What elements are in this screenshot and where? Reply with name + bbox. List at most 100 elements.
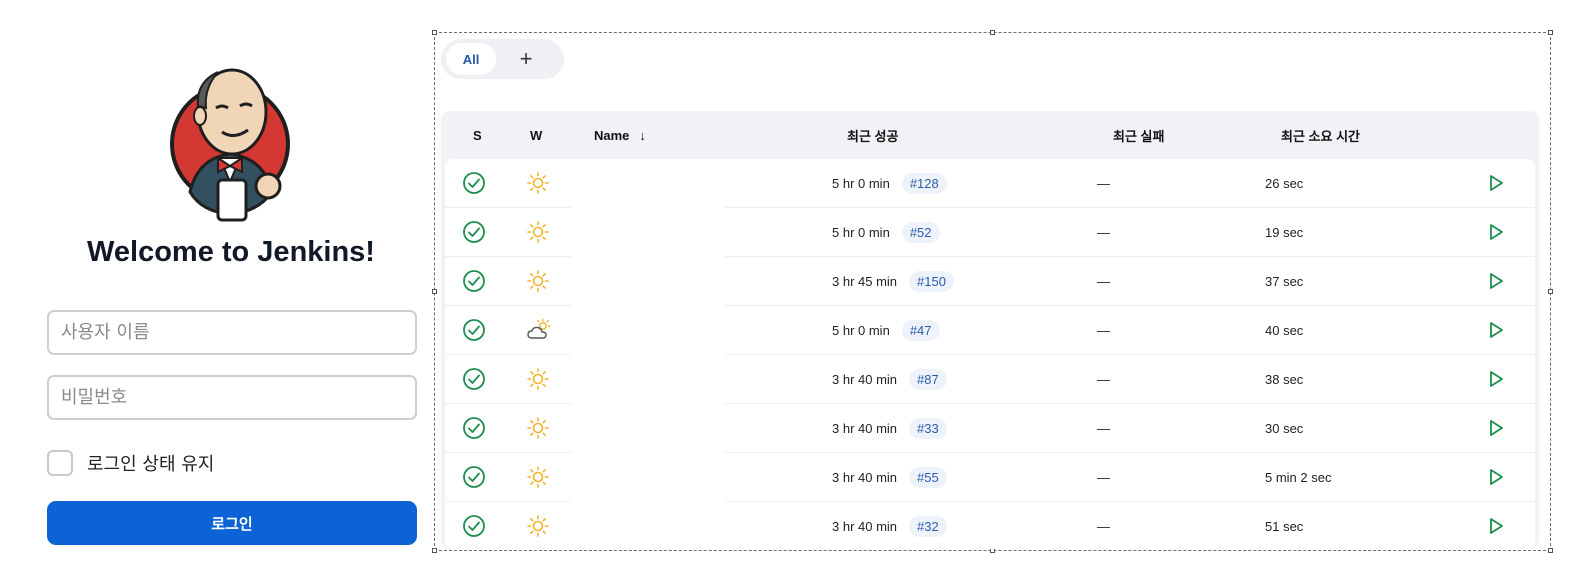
run-cell <box>1486 159 1506 207</box>
run-build-icon[interactable] <box>1486 369 1506 389</box>
weather-cell <box>526 257 550 305</box>
remember-me-checkbox[interactable] <box>47 450 73 476</box>
username-input[interactable] <box>47 310 417 355</box>
last-duration-cell: 19 sec <box>1265 224 1304 240</box>
build-link[interactable]: #32 <box>909 515 947 537</box>
success-check-icon <box>463 515 485 537</box>
last-failure-cell: — <box>1097 469 1110 485</box>
job-name-cell[interactable] <box>571 159 725 208</box>
last-failure-cell: — <box>1097 175 1110 191</box>
table-row: 3 hr 40 min #87 — 38 sec <box>445 355 1535 404</box>
job-name-cell[interactable] <box>571 453 725 502</box>
sun-icon <box>527 515 549 537</box>
table-header: S W Name ↓ 최근 성공 최근 실패 최근 소요 시간 <box>441 111 1539 159</box>
weather-cell <box>526 306 552 354</box>
run-build-icon[interactable] <box>1486 516 1506 536</box>
last-failure-cell: — <box>1097 273 1110 289</box>
table-row: 5 hr 0 min #47 — 40 sec <box>445 306 1535 355</box>
success-check-icon <box>463 466 485 488</box>
job-name-cell[interactable] <box>571 502 725 549</box>
remember-me[interactable]: 로그인 상태 유지 <box>47 449 214 477</box>
job-name-cell[interactable] <box>571 257 725 306</box>
success-check-icon <box>463 221 485 243</box>
sun-icon <box>527 417 549 439</box>
sun-icon <box>527 270 549 292</box>
resize-handle[interactable] <box>1548 548 1553 553</box>
table-row: 3 hr 40 min #33 — 30 sec <box>445 404 1535 453</box>
last-success-cell: 5 hr 0 min #128 <box>832 159 947 207</box>
success-check-icon <box>463 368 485 390</box>
run-cell <box>1486 257 1506 305</box>
last-success-cell: 5 hr 0 min #47 <box>832 306 940 354</box>
last-failure-cell: — <box>1097 224 1110 240</box>
last-duration-cell: 30 sec <box>1265 420 1304 436</box>
column-weather[interactable]: W <box>530 111 542 159</box>
run-build-icon[interactable] <box>1486 467 1506 487</box>
job-name-cell[interactable] <box>571 404 725 453</box>
resize-handle[interactable] <box>432 289 437 294</box>
last-success-cell: 3 hr 40 min #55 <box>832 453 947 501</box>
last-duration-cell: 38 sec <box>1265 371 1304 387</box>
resize-handle[interactable] <box>432 548 437 553</box>
last-success-time: 3 hr 40 min <box>832 518 898 534</box>
column-name-label: Name <box>594 127 630 143</box>
job-name-cell[interactable] <box>571 355 725 404</box>
last-duration-cell: 40 sec <box>1265 322 1304 338</box>
last-duration-cell: 26 sec <box>1265 175 1304 191</box>
build-link[interactable]: #128 <box>901 172 947 194</box>
run-cell <box>1486 355 1506 403</box>
column-last-failure[interactable]: 최근 실패 <box>1113 111 1164 159</box>
tab-all[interactable]: All <box>446 43 496 75</box>
run-build-icon[interactable] <box>1486 173 1506 193</box>
remember-me-label: 로그인 상태 유지 <box>87 454 215 475</box>
last-duration-cell: 5 min 2 sec <box>1265 469 1332 485</box>
build-link[interactable]: #87 <box>909 368 947 390</box>
table-row: 3 hr 45 min #150 — 37 sec <box>445 257 1535 306</box>
build-link[interactable]: #55 <box>909 466 947 488</box>
run-build-icon[interactable] <box>1486 271 1506 291</box>
resize-handle[interactable] <box>1548 30 1553 35</box>
weather-cell <box>526 208 550 256</box>
status-cell <box>462 404 486 452</box>
job-name-cell[interactable] <box>571 306 725 355</box>
run-build-icon[interactable] <box>1486 320 1506 340</box>
sun-icon <box>527 368 549 390</box>
last-failure-cell: — <box>1097 518 1110 534</box>
resize-handle[interactable] <box>432 30 437 35</box>
partly-cloudy-icon <box>527 318 551 339</box>
login-panel: Welcome to Jenkins! 로그인 상태 유지 로그인 <box>0 0 440 577</box>
build-link[interactable]: #33 <box>909 417 947 439</box>
last-duration-cell: 37 sec <box>1265 273 1304 289</box>
status-cell <box>462 355 486 403</box>
status-cell <box>462 306 486 354</box>
column-last-duration[interactable]: 최근 소요 시간 <box>1281 111 1360 159</box>
column-name[interactable]: Name ↓ <box>594 111 646 159</box>
run-build-icon[interactable] <box>1486 418 1506 438</box>
job-name-cell[interactable] <box>571 208 725 257</box>
last-failure-cell: — <box>1097 371 1110 387</box>
success-check-icon <box>463 270 485 292</box>
column-last-success[interactable]: 최근 성공 <box>847 111 898 159</box>
sun-icon <box>527 221 549 243</box>
table-body: 5 hr 0 min #128 — 26 sec 5 hr 0 min #52 … <box>445 159 1535 549</box>
login-button[interactable]: 로그인 <box>47 501 417 545</box>
column-status[interactable]: S <box>473 111 482 159</box>
last-success-time: 5 hr 0 min <box>832 322 890 338</box>
resize-handle[interactable] <box>1548 289 1553 294</box>
build-link[interactable]: #52 <box>901 221 940 243</box>
last-success-time: 3 hr 40 min <box>832 469 898 485</box>
run-cell <box>1486 453 1506 501</box>
build-link[interactable]: #47 <box>901 319 940 341</box>
add-view-button[interactable]: + <box>496 43 556 75</box>
password-input[interactable] <box>47 375 417 420</box>
build-link[interactable]: #150 <box>909 270 954 292</box>
status-cell <box>462 257 486 305</box>
weather-cell <box>526 355 550 403</box>
table-row: 3 hr 40 min #32 — 51 sec <box>445 502 1535 549</box>
weather-cell <box>526 159 550 207</box>
page: Welcome to Jenkins! 로그인 상태 유지 로그인 All + … <box>0 0 1587 577</box>
weather-cell <box>526 453 550 501</box>
resize-handle[interactable] <box>990 30 995 35</box>
success-check-icon <box>463 417 485 439</box>
run-build-icon[interactable] <box>1486 222 1506 242</box>
